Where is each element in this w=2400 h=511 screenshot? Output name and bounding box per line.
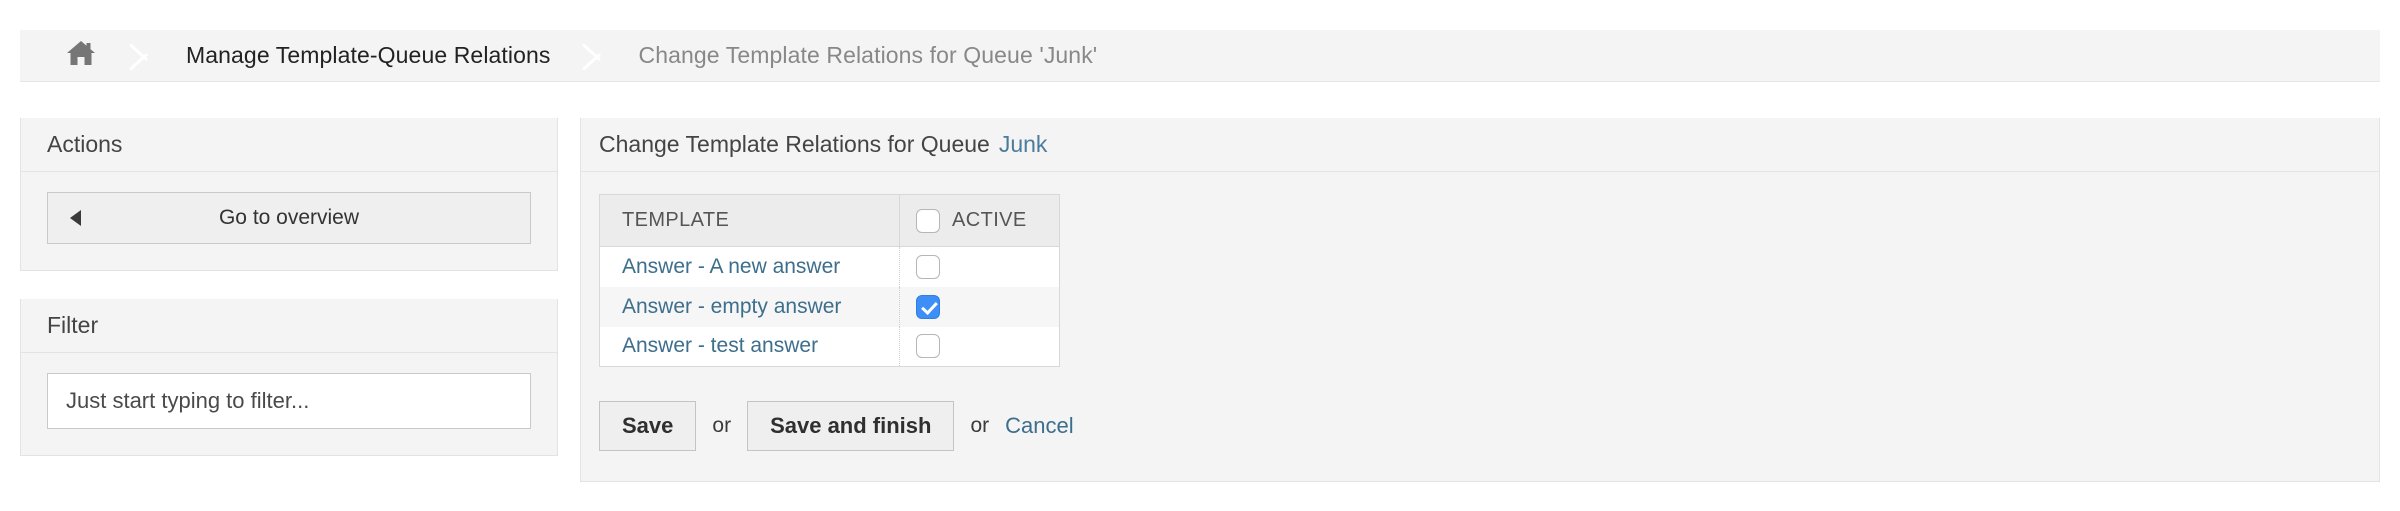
breadcrumb-item-change-template-relations: Change Template Relations for Queue 'Jun… <box>613 30 1126 81</box>
cell-active <box>899 326 1060 367</box>
cancel-link[interactable]: Cancel <box>1005 413 1073 439</box>
cell-active <box>899 286 1060 327</box>
go-to-overview-button[interactable]: Go to overview <box>47 192 531 244</box>
breadcrumb: Manage Template-Queue Relations Change T… <box>20 30 2380 82</box>
template-relations-table: TEMPLATE ACTIVE Answer - A new answer An… <box>599 194 1060 367</box>
table-row: Answer - A new answer <box>599 246 1060 287</box>
actions-widget-title: Actions <box>21 118 557 172</box>
go-to-overview-label: Go to overview <box>218 206 360 229</box>
main-content-body: TEMPLATE ACTIVE Answer - A new answer An… <box>581 172 2379 481</box>
or-text-1: or <box>712 414 732 437</box>
filter-widget: Filter <box>20 299 558 456</box>
table-row: Answer - test answer <box>599 326 1060 367</box>
template-link[interactable]: Answer - test answer <box>622 334 818 357</box>
column-header-template-label: TEMPLATE <box>622 209 730 231</box>
filter-widget-body <box>21 353 557 455</box>
breadcrumb-home[interactable] <box>20 30 126 81</box>
cell-template: Answer - test answer <box>599 326 900 367</box>
queue-name-link[interactable]: Junk <box>999 131 1048 158</box>
save-button[interactable]: Save <box>599 401 697 451</box>
page-title: Change Template Relations for Queue <box>599 131 990 157</box>
table-head: TEMPLATE ACTIVE <box>599 194 1060 247</box>
select-all-checkbox[interactable] <box>916 208 940 233</box>
main-content-widget: Change Template Relations for Queue Junk… <box>580 118 2380 482</box>
row-active-checkbox[interactable] <box>916 254 940 279</box>
breadcrumb-label: Manage Template-Queue Relations <box>186 42 551 68</box>
save-and-finish-button[interactable]: Save and finish <box>747 401 955 451</box>
or-text-2: or <box>970 414 990 437</box>
cell-template: Answer - A new answer <box>599 246 900 287</box>
column-header-active-label: ACTIVE <box>952 209 1027 231</box>
breadcrumb-separator-1 <box>126 30 160 81</box>
home-icon[interactable] <box>66 39 96 72</box>
table-body: Answer - A new answer Answer - empty ans… <box>599 246 1060 367</box>
cell-template: Answer - empty answer <box>599 286 900 327</box>
form-actions: Save or Save and finish or Cancel <box>599 401 2361 451</box>
main-content-header: Change Template Relations for Queue Junk <box>581 118 2379 172</box>
column-header-active: ACTIVE <box>899 194 1060 247</box>
breadcrumb-separator-2 <box>579 30 613 81</box>
row-active-checkbox[interactable] <box>916 294 940 319</box>
column-header-template: TEMPLATE <box>599 194 900 247</box>
breadcrumb-label-current: Change Template Relations for Queue 'Jun… <box>638 42 1098 68</box>
table-row: Answer - empty answer <box>599 286 1060 327</box>
sidebar: Actions Go to overview Filter <box>20 118 558 484</box>
template-link[interactable]: Answer - A new answer <box>622 255 840 278</box>
actions-widget: Actions Go to overview <box>20 118 558 271</box>
arrow-left-icon <box>70 210 81 226</box>
table-header-row: TEMPLATE ACTIVE <box>599 194 1060 247</box>
filter-widget-title: Filter <box>21 299 557 353</box>
breadcrumb-item-manage-template-queue-relations[interactable]: Manage Template-Queue Relations <box>160 30 579 81</box>
filter-input[interactable] <box>47 373 531 429</box>
row-active-checkbox[interactable] <box>916 334 940 359</box>
template-link[interactable]: Answer - empty answer <box>622 295 841 318</box>
cell-active <box>899 246 1060 287</box>
actions-widget-body: Go to overview <box>21 172 557 270</box>
